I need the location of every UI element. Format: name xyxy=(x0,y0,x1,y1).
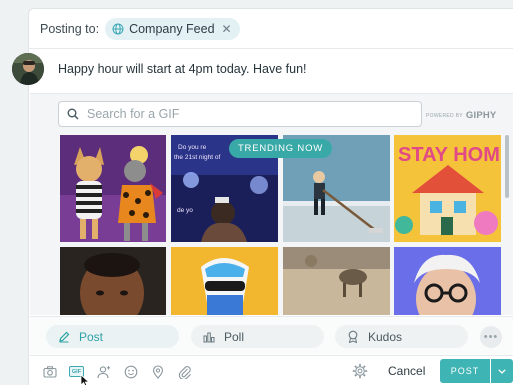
user-avatar-icon xyxy=(12,53,44,85)
settings-icon[interactable] xyxy=(352,363,368,379)
search-icon xyxy=(67,108,79,120)
post-options-button[interactable] xyxy=(491,359,513,383)
gif-tile-rbg[interactable] xyxy=(394,247,501,315)
pencil-icon xyxy=(59,331,70,342)
trending-now-badge: TRENDING NOW xyxy=(229,139,332,158)
giphy-badge: POWERED BY GIPHY xyxy=(426,110,496,121)
post-type-bar: Post Poll Kudos ••• xyxy=(30,316,513,354)
gif-search-input[interactable] xyxy=(87,107,387,121)
post-type-kudos[interactable]: Kudos xyxy=(335,325,468,348)
more-options-icon[interactable]: ••• xyxy=(480,326,502,348)
post-type-kudos-label: Kudos xyxy=(368,329,403,344)
powered-by-text: POWERED BY xyxy=(426,112,463,119)
post-type-poll-label: Poll xyxy=(224,329,245,344)
close-icon[interactable]: ✕ xyxy=(222,23,232,35)
gif-caption-bottom: de yo xyxy=(177,207,193,214)
gif-scrollbar[interactable] xyxy=(505,135,509,198)
glasses-portrait-image xyxy=(394,247,501,315)
giphy-logo: GIPHY xyxy=(465,110,497,121)
post-message[interactable]: Happy hour will start at 4pm today. Have… xyxy=(58,62,307,76)
audience-chip[interactable]: Company Feed ✕ xyxy=(105,17,240,40)
chevron-down-icon xyxy=(498,368,506,374)
globe-icon xyxy=(112,23,124,34)
mention-user-icon[interactable] xyxy=(97,365,111,379)
posting-to-label: Posting to: xyxy=(40,21,100,36)
gif-search-box[interactable] xyxy=(58,101,422,127)
gif-tile-cats[interactable] xyxy=(60,135,166,242)
gif-tile-stay-home[interactable]: STAY HOME xyxy=(394,135,501,242)
bar-chart-icon xyxy=(203,332,215,342)
gif-caption-top: Do you re xyxy=(178,144,207,151)
gif-tile-face[interactable] xyxy=(60,247,166,315)
gif-tile-goat[interactable] xyxy=(283,247,390,315)
stay-home-lettering: STAY HOME xyxy=(398,144,501,166)
audience-chip-label: Company Feed xyxy=(129,21,215,36)
gif-tile-cup[interactable] xyxy=(171,247,278,315)
cat-dancers-image xyxy=(60,135,166,242)
animal-outdoors-image xyxy=(283,247,390,315)
man-face-image xyxy=(60,247,166,315)
cool-cup-image xyxy=(171,247,278,315)
post-type-post-label: Post xyxy=(79,329,104,344)
post-type-poll[interactable]: Poll xyxy=(191,325,324,348)
post-type-post[interactable]: Post xyxy=(46,325,179,348)
stay-home-house-image: STAY HOME xyxy=(394,135,501,242)
emoji-icon[interactable] xyxy=(124,365,138,379)
composer-toolbar: GIF Cancel POST xyxy=(30,355,513,385)
gif-caption-mid: the 21st night of xyxy=(174,154,220,161)
posting-to-row: Posting to: Company Feed ✕ xyxy=(29,9,513,49)
mouse-cursor-icon xyxy=(80,374,90,385)
ribbon-icon xyxy=(348,330,358,343)
cancel-button[interactable]: Cancel xyxy=(388,364,425,378)
attachment-icon[interactable] xyxy=(178,365,192,379)
avatar xyxy=(12,53,44,85)
location-icon[interactable] xyxy=(151,365,165,379)
post-button[interactable]: POST xyxy=(440,359,490,383)
camera-icon[interactable] xyxy=(43,365,57,379)
